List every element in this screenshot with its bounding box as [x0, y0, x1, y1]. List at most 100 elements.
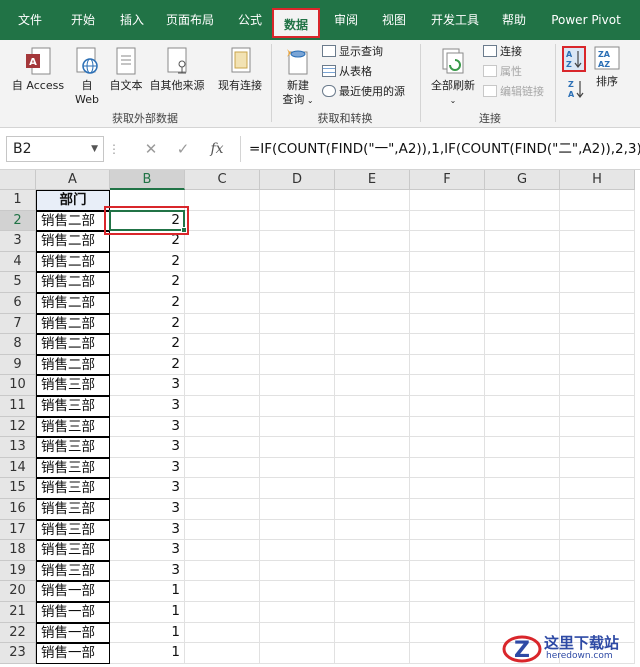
cell-c-12[interactable] [185, 416, 260, 438]
cell-e-23[interactable] [335, 643, 410, 664]
cell-a-19[interactable]: 销售三部 [36, 560, 110, 582]
cell-f-11[interactable] [410, 396, 485, 417]
cell-e-7[interactable] [335, 313, 410, 335]
cell-f-13[interactable] [410, 437, 485, 458]
cell-e-21[interactable] [335, 602, 410, 623]
cell-g-3[interactable] [485, 231, 560, 252]
cell-d-2[interactable] [260, 210, 335, 232]
cell-c-22[interactable] [185, 622, 260, 644]
cell-d-11[interactable] [260, 396, 335, 417]
cell-h-3[interactable] [560, 231, 635, 252]
recent-sources-button[interactable]: 最近使用的源 [322, 84, 405, 100]
row-header[interactable]: 19 [0, 560, 36, 582]
tab-6[interactable]: 审阅 [324, 0, 368, 40]
cell-a-9[interactable]: 销售二部 [36, 354, 110, 376]
cell-g-16[interactable] [485, 499, 560, 520]
cell-f-2[interactable] [410, 210, 485, 232]
cell-h-20[interactable] [560, 581, 635, 602]
cell-a-10[interactable]: 销售三部 [36, 375, 110, 396]
row-header[interactable]: 14 [0, 457, 36, 479]
cell-e-4[interactable] [335, 251, 410, 273]
cell-e-14[interactable] [335, 457, 410, 479]
cell-f-23[interactable] [410, 643, 485, 664]
cell-a-14[interactable]: 销售三部 [36, 457, 110, 479]
cell-g-17[interactable] [485, 519, 560, 541]
row-header[interactable]: 4 [0, 251, 36, 273]
show-queries-button[interactable]: 显示查询 [322, 44, 383, 60]
cell-d-18[interactable] [260, 540, 335, 561]
cell-e-16[interactable] [335, 499, 410, 520]
enter-entry-icon[interactable]: ✓ [170, 136, 196, 162]
column-header-c[interactable]: C [185, 170, 260, 190]
cell-d-12[interactable] [260, 416, 335, 438]
cell-g-10[interactable] [485, 375, 560, 396]
cell-a-1[interactable]: 部门 [36, 190, 110, 211]
cell-h-13[interactable] [560, 437, 635, 458]
cell-f-1[interactable] [410, 190, 485, 211]
connections-button[interactable]: 连接 [483, 44, 522, 60]
cell-c-4[interactable] [185, 251, 260, 273]
cell-a-22[interactable]: 销售一部 [36, 622, 110, 644]
column-header-g[interactable]: G [485, 170, 560, 190]
cell-d-4[interactable] [260, 251, 335, 273]
cell-h-18[interactable] [560, 540, 635, 561]
cell-f-16[interactable] [410, 499, 485, 520]
cell-f-20[interactable] [410, 581, 485, 602]
cell-b-20[interactable]: 1 [110, 581, 185, 602]
cell-b-14[interactable]: 3 [110, 457, 185, 479]
cell-a-16[interactable]: 销售三部 [36, 499, 110, 520]
cell-d-5[interactable] [260, 272, 335, 293]
row-header[interactable]: 3 [0, 231, 36, 252]
cell-f-21[interactable] [410, 602, 485, 623]
cell-d-8[interactable] [260, 334, 335, 355]
cell-c-23[interactable] [185, 643, 260, 664]
cell-b-22[interactable]: 1 [110, 622, 185, 644]
row-header[interactable]: 10 [0, 375, 36, 396]
cell-b-5[interactable]: 2 [110, 272, 185, 293]
cell-d-1[interactable] [260, 190, 335, 211]
cell-d-7[interactable] [260, 313, 335, 335]
formula-input[interactable]: =IF(COUNT(FIND("一",A2)),1,IF(COUNT(FIND(… [240, 136, 640, 162]
cell-b-23[interactable]: 1 [110, 643, 185, 664]
cell-g-19[interactable] [485, 560, 560, 582]
cell-g-18[interactable] [485, 540, 560, 561]
name-box[interactable]: B2 ▼ [6, 136, 104, 162]
cell-a-15[interactable]: 销售三部 [36, 478, 110, 499]
cell-e-6[interactable] [335, 293, 410, 314]
cell-f-22[interactable] [410, 622, 485, 644]
cell-g-7[interactable] [485, 313, 560, 335]
column-header-a[interactable]: A [36, 170, 110, 190]
cell-h-6[interactable] [560, 293, 635, 314]
cell-e-3[interactable] [335, 231, 410, 252]
cell-h-15[interactable] [560, 478, 635, 499]
cell-g-11[interactable] [485, 396, 560, 417]
cell-c-9[interactable] [185, 354, 260, 376]
cell-d-10[interactable] [260, 375, 335, 396]
cell-h-10[interactable] [560, 375, 635, 396]
cell-c-13[interactable] [185, 437, 260, 458]
cell-e-2[interactable] [335, 210, 410, 232]
cell-a-17[interactable]: 销售三部 [36, 519, 110, 541]
cell-d-16[interactable] [260, 499, 335, 520]
cell-g-2[interactable] [485, 210, 560, 232]
cell-c-11[interactable] [185, 396, 260, 417]
cell-d-17[interactable] [260, 519, 335, 541]
cell-e-15[interactable] [335, 478, 410, 499]
cell-f-10[interactable] [410, 375, 485, 396]
cell-g-9[interactable] [485, 354, 560, 376]
cell-g-5[interactable] [485, 272, 560, 293]
cell-e-1[interactable] [335, 190, 410, 211]
cell-c-6[interactable] [185, 293, 260, 314]
cell-g-6[interactable] [485, 293, 560, 314]
column-header-b[interactable]: B [110, 170, 185, 190]
chevron-down-icon[interactable]: ▼ [91, 137, 98, 161]
cell-c-14[interactable] [185, 457, 260, 479]
from-table-button[interactable]: 从表格 [322, 64, 372, 80]
sort-descending-button[interactable]: Z A [566, 78, 586, 100]
cell-g-12[interactable] [485, 416, 560, 438]
cell-d-20[interactable] [260, 581, 335, 602]
row-header[interactable]: 8 [0, 334, 36, 355]
cell-e-10[interactable] [335, 375, 410, 396]
cell-e-12[interactable] [335, 416, 410, 438]
cell-h-14[interactable] [560, 457, 635, 479]
